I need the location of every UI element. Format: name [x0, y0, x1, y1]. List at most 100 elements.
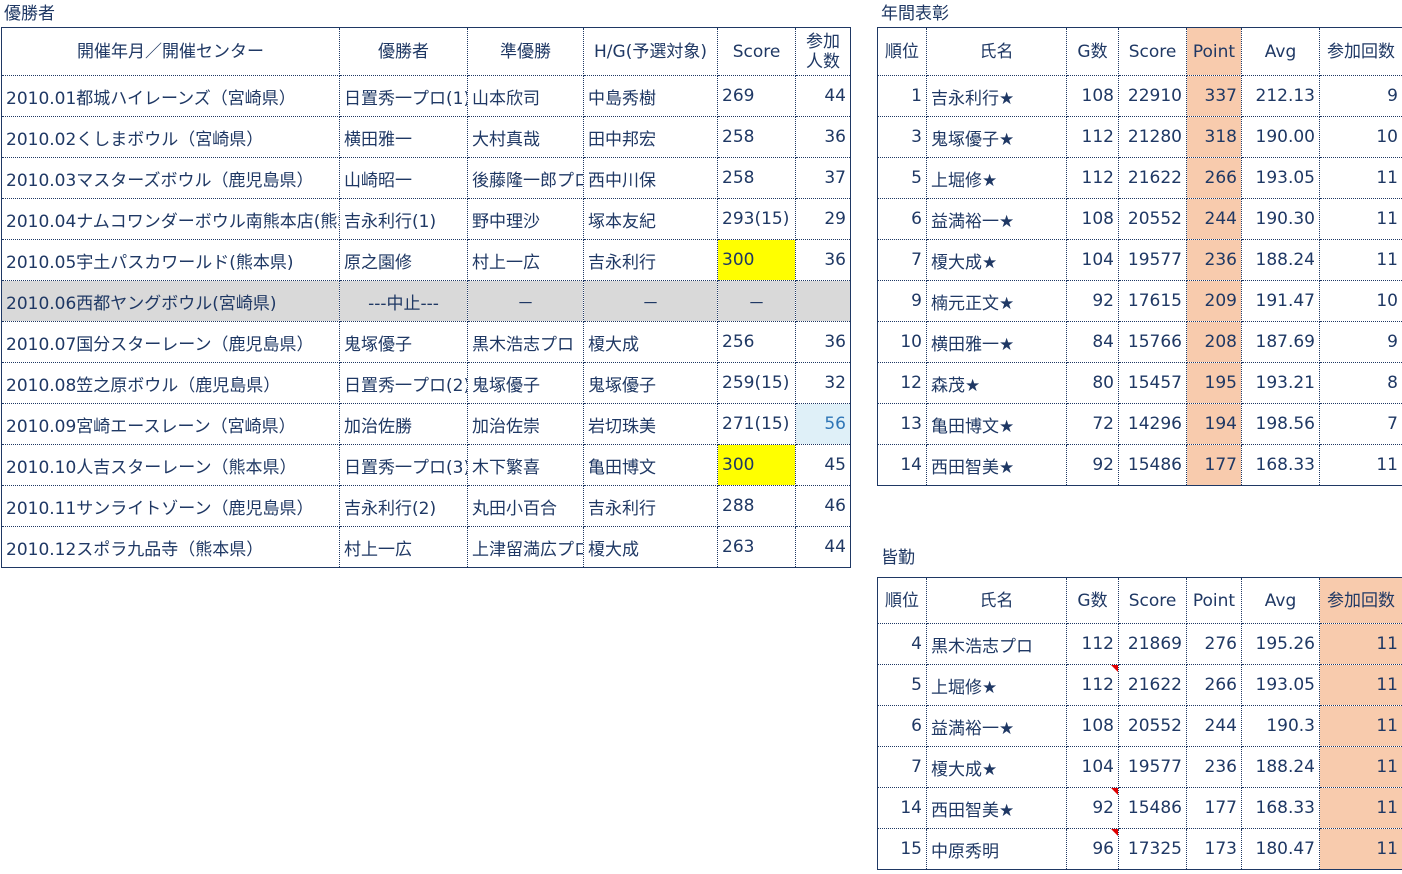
avg-cell: 191.47: [1241, 280, 1320, 322]
winner-cell: 鬼塚優子: [339, 321, 468, 363]
annual-row: 6 益満裕一★ 108 20552 244 190.30 11: [877, 198, 1402, 240]
point-cell: 177: [1186, 444, 1242, 486]
hg-cell: 西中川保: [583, 157, 718, 199]
rank-cell: 6: [877, 198, 927, 240]
participants-cell: 36: [795, 116, 851, 158]
score-cell: －: [717, 280, 796, 322]
header-point: Point: [1186, 577, 1242, 624]
annual-row: 14 西田智美★ 92 15486 177 168.33 11: [877, 444, 1402, 486]
count-cell: 11: [1319, 198, 1402, 240]
attendance-row: 5 上堀修★ 112 21622 266 193.05 11: [877, 664, 1402, 706]
annual-row: 3 鬼塚優子★ 112 21280 318 190.00 10: [877, 116, 1402, 158]
count-cell: 9: [1319, 321, 1402, 363]
winner-cell: 日置秀一プロ(1): [339, 75, 468, 117]
score-cell: 14296: [1118, 403, 1187, 445]
count-cell: 11: [1319, 623, 1402, 665]
event-cell: 2010.07国分スターレーン（鹿児島県）: [1, 321, 340, 363]
score-cell: 19577: [1118, 746, 1187, 788]
winners-row: 2010.02くしまボウル（宮崎県） 横田雅一 大村真哉 田中邦宏 258 36: [1, 116, 851, 158]
count-cell: 11: [1319, 746, 1402, 788]
avg-cell: 193.05: [1241, 157, 1320, 199]
event-cell: 2010.09宮崎エースレーン（宮崎県）: [1, 403, 340, 445]
name-cell: 森茂★: [926, 362, 1067, 404]
name-cell: 横田雅一★: [926, 321, 1067, 363]
score-cell: 17325: [1118, 828, 1187, 870]
rank-cell: 15: [877, 828, 927, 870]
score-cell: 288: [717, 485, 796, 527]
winners-row: 2010.08笠之原ボウル（鹿児島県） 日置秀一プロ(2) 鬼塚優子 鬼塚優子 259(…: [1, 362, 851, 404]
winners-row: 2010.05宇土パスカワールド(熊本県) 原之園修 村上一広 吉永利行 300 36: [1, 239, 851, 281]
games-cell: 84: [1066, 321, 1119, 363]
point-cell: 177: [1186, 787, 1242, 829]
winner-cell: ---中止---: [339, 280, 468, 322]
games-cell: 80: [1066, 362, 1119, 404]
annual-row: 7 榎大成★ 104 19577 236 188.24 11: [877, 239, 1402, 281]
point-cell: 244: [1186, 198, 1242, 240]
score-cell: 21869: [1118, 623, 1187, 665]
winners-row: 2010.10人吉スターレーン（熊本県） 日置秀一プロ(3) 木下繁喜 亀田博文 300…: [1, 444, 851, 486]
count-cell: 11: [1319, 157, 1402, 199]
header-count: 参加回数: [1319, 577, 1402, 624]
event-cell: 2010.04ナムコワンダーボウル南熊本店(熊本県): [1, 198, 340, 240]
header-participants: 参加 人数: [795, 27, 851, 76]
avg-cell: 190.30: [1241, 198, 1320, 240]
rank-cell: 14: [877, 444, 927, 486]
score-cell: 293(15): [717, 198, 796, 240]
annual-row: 10 横田雅一★ 84 15766 208 187.69 9: [877, 321, 1402, 363]
attendance-header-row: 順位 氏名 G数 Score Point Avg 参加回数: [877, 577, 1402, 624]
point-cell: 209: [1186, 280, 1242, 322]
avg-cell: 188.24: [1241, 239, 1320, 281]
participants-cell: 46: [795, 485, 851, 527]
header-count: 参加回数: [1319, 27, 1402, 76]
name-cell: 黒木浩志プロ: [926, 623, 1067, 665]
winner-cell: 原之園修: [339, 239, 468, 281]
winners-title: 優勝者: [4, 4, 55, 24]
name-cell: 上堀修★: [926, 157, 1067, 199]
name-cell: 上堀修★: [926, 664, 1067, 706]
rank-cell: 3: [877, 116, 927, 158]
score-cell: 259(15): [717, 362, 796, 404]
avg-cell: 212.13: [1241, 75, 1320, 117]
participants-cell: 29: [795, 198, 851, 240]
count-cell: 10: [1319, 280, 1402, 322]
games-cell: 112: [1066, 623, 1119, 665]
point-cell: 266: [1186, 664, 1242, 706]
score-cell: 15486: [1118, 787, 1187, 829]
score-cell: 15766: [1118, 321, 1187, 363]
count-cell: 11: [1319, 787, 1402, 829]
score-cell: 17615: [1118, 280, 1187, 322]
score-cell: 22910: [1118, 75, 1187, 117]
winners-row: 2010.12スポラ九品寺（熊本県） 村上一広 上津留満広プロ 榎大成 263 44: [1, 526, 851, 568]
annual-row: 1 吉永利行★ 108 22910 337 212.13 9: [877, 75, 1402, 117]
header-event: 開催年月／開催センター: [1, 27, 340, 76]
avg-cell: 188.24: [1241, 746, 1320, 788]
event-cell: 2010.05宇土パスカワールド(熊本県): [1, 239, 340, 281]
winners-header-row: 開催年月／開催センター 優勝者 準優勝 H/G(予選対象) Score 参加 人…: [1, 27, 851, 76]
participants-cell: 36: [795, 239, 851, 281]
avg-cell: 187.69: [1241, 321, 1320, 363]
annual-row: 5 上堀修★ 112 21622 266 193.05 11: [877, 157, 1402, 199]
attendance-row: 4 黒木浩志プロ 112 21869 276 195.26 11: [877, 623, 1402, 665]
annual-row: 9 楠元正文★ 92 17615 209 191.47 10: [877, 280, 1402, 322]
winner-cell: 吉永利行(1): [339, 198, 468, 240]
games-cell: 96: [1066, 828, 1119, 870]
avg-cell: 168.33: [1241, 444, 1320, 486]
count-cell: 10: [1319, 116, 1402, 158]
games-cell: 108: [1066, 705, 1119, 747]
avg-cell: 193.05: [1241, 664, 1320, 706]
event-cell: 2010.03マスターズボウル（鹿児島県）: [1, 157, 340, 199]
hg-cell: 吉永利行: [583, 239, 718, 281]
runner-up-cell: 後藤隆一郎プロ: [467, 157, 584, 199]
rank-cell: 12: [877, 362, 927, 404]
games-cell: 72: [1066, 403, 1119, 445]
score-cell: 300: [717, 444, 796, 486]
winners-row: 2010.09宮崎エースレーン（宮崎県） 加治佐勝 加治佐崇 岩切珠美 271(15) 5…: [1, 403, 851, 445]
games-cell: 92: [1066, 787, 1119, 829]
header-point: Point: [1186, 27, 1242, 76]
hg-cell: 亀田博文: [583, 444, 718, 486]
event-cell: 2010.02くしまボウル（宮崎県）: [1, 116, 340, 158]
point-cell: 318: [1186, 116, 1242, 158]
hg-cell: 田中邦宏: [583, 116, 718, 158]
winner-cell: 日置秀一プロ(2): [339, 362, 468, 404]
attendance-row: 7 榎大成★ 104 19577 236 188.24 11: [877, 746, 1402, 788]
